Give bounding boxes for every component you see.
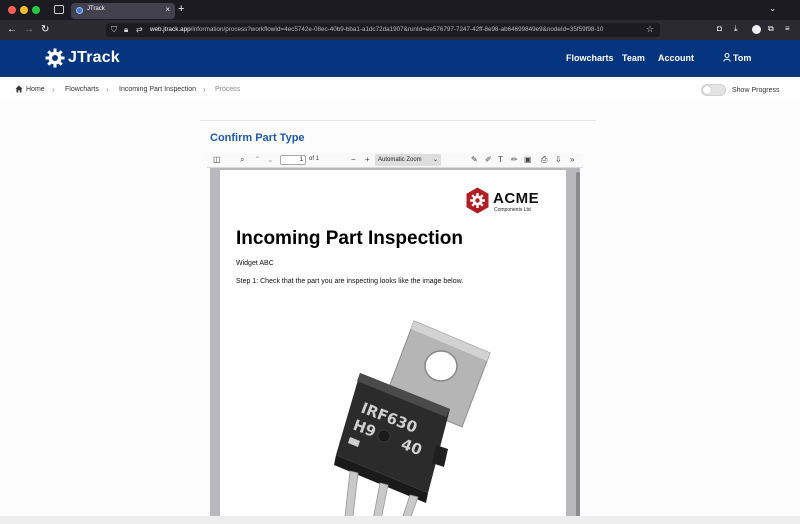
breadcrumb: Home › Flowcharts › Incoming Part Inspec… xyxy=(0,77,800,103)
app-logo-text[interactable]: JTrack xyxy=(68,49,120,67)
nav-user[interactable]: Tom xyxy=(733,53,751,63)
breadcrumb-home[interactable]: Home xyxy=(26,86,45,93)
new-tab-button[interactable]: + xyxy=(178,3,184,15)
url-host: web.jtrack.app xyxy=(150,26,191,33)
tab-close-button[interactable]: × xyxy=(165,5,170,14)
image-icon[interactable]: ▣ xyxy=(524,155,532,165)
chevron-right-icon: › xyxy=(203,85,206,94)
save-icon[interactable]: ⇩ xyxy=(555,155,562,165)
tab-overview-icon[interactable] xyxy=(54,5,64,14)
address-bar[interactable]: ⛉ 🔒︎ ⇄ web.jtrack.app/information/proces… xyxy=(106,23,660,37)
app-header: JTrack Flowcharts Team Account Tom xyxy=(0,40,800,77)
breadcrumb-flowcharts[interactable]: Flowcharts xyxy=(65,86,99,93)
zoom-select-value: Automatic Zoom xyxy=(378,157,422,163)
back-button[interactable]: ← xyxy=(7,23,17,37)
gear-logo-icon xyxy=(45,48,65,68)
print-icon[interactable]: ⎙ xyxy=(541,155,547,165)
next-page-icon[interactable]: ⌄ xyxy=(267,155,274,165)
company-subtitle: Components Ltd xyxy=(494,207,531,213)
document-step-text: Step 1: Check that the part you are insp… xyxy=(236,278,464,285)
transistor-image: IRF630 H9 40 xyxy=(334,320,491,524)
chevron-down-icon: ⌄ xyxy=(432,157,438,163)
company-name: ACME xyxy=(493,190,540,207)
page-number-input[interactable]: 1 xyxy=(280,155,306,165)
breadcrumb-process: Process xyxy=(215,86,241,93)
home-icon xyxy=(15,85,23,93)
shield-icon[interactable]: ⛉ xyxy=(111,25,117,35)
document-subtitle: Widget ABC xyxy=(236,260,274,267)
menu-icon[interactable]: ≡ xyxy=(785,24,790,33)
previous-page-icon[interactable]: ⌃ xyxy=(254,155,261,165)
more-tools-icon[interactable]: » xyxy=(570,155,574,165)
download-icon[interactable]: ⤓ xyxy=(734,24,738,34)
extensions-icon[interactable]: ⧉ xyxy=(768,24,774,34)
breadcrumb-incoming-part-inspection[interactable]: Incoming Part Inspection xyxy=(119,86,196,93)
account-avatar-icon[interactable] xyxy=(752,25,761,34)
ink-icon[interactable]: ✏ xyxy=(511,155,518,165)
window-close-button[interactable] xyxy=(8,6,16,14)
pdf-scrollbar[interactable] xyxy=(576,172,580,524)
highlight-icon[interactable]: ✎ xyxy=(471,155,478,165)
chevron-right-icon: › xyxy=(52,85,55,94)
acme-gear-logo-icon xyxy=(466,187,489,214)
zoom-in-button[interactable]: + xyxy=(365,155,370,165)
chevron-down-icon[interactable]: ⌄ xyxy=(769,4,776,13)
toggle-knob xyxy=(703,86,711,94)
sidebar-toggle-icon[interactable]: ◫ xyxy=(213,155,221,165)
search-icon[interactable]: ⌕ xyxy=(240,155,244,165)
url-text[interactable]: web.jtrack.app/information/process?workf… xyxy=(150,26,640,33)
window-zoom-button[interactable] xyxy=(32,6,40,14)
show-progress-label: Show Progress xyxy=(732,87,780,94)
reload-button[interactable]: ↻ xyxy=(41,23,49,37)
nav-account[interactable]: Account xyxy=(658,53,694,63)
permissions-icon[interactable]: ⇄ xyxy=(136,25,143,34)
url-path: /information/process?workflowId=4ec5742e… xyxy=(190,26,604,33)
show-progress-toggle[interactable] xyxy=(701,84,726,96)
zoom-select[interactable]: Automatic Zoom ⌄ xyxy=(375,154,441,166)
pdf-viewer-area[interactable]: ACME Components Ltd Incoming Part Inspec… xyxy=(210,168,580,524)
bottom-strip xyxy=(0,516,800,524)
chevron-right-icon: › xyxy=(106,85,109,94)
document-title: Incoming Part Inspection xyxy=(236,228,463,249)
browser-tab-jtrack[interactable]: JTrack × xyxy=(71,3,175,19)
browser-nav-bar: ← → ↻ ⛉ 🔒︎ ⇄ web.jtrack.app/information/… xyxy=(0,20,800,40)
lock-icon[interactable]: 🔒︎ xyxy=(124,25,128,35)
globe-icon xyxy=(76,7,83,14)
page-count: of 1 xyxy=(309,156,320,162)
text-icon[interactable]: T xyxy=(498,155,503,165)
nav-flowcharts[interactable]: Flowcharts xyxy=(566,53,614,63)
browser-tab-bar: JTrack × + ⌄ xyxy=(0,0,800,20)
divider xyxy=(200,120,596,121)
zoom-out-button[interactable]: − xyxy=(351,155,356,165)
forward-button[interactable]: → xyxy=(24,23,34,37)
bookmark-star-icon[interactable]: ☆ xyxy=(646,24,654,35)
tab-title: JTrack xyxy=(87,6,105,12)
window-minimize-button[interactable] xyxy=(20,6,28,14)
pdf-page: ACME Components Ltd Incoming Part Inspec… xyxy=(220,170,566,524)
pdf-toolbar: ◫ ⌕ ⌃ ⌄ 1 of 1 − + Automatic Zoom ⌄ ✎ ✐ … xyxy=(207,153,583,168)
nav-team[interactable]: Team xyxy=(622,53,645,63)
draw-icon[interactable]: ✐ xyxy=(485,155,492,165)
pocket-icon[interactable]: ◘ xyxy=(717,24,722,33)
user-icon xyxy=(723,53,731,62)
step-title: Confirm Part Type xyxy=(210,132,305,144)
